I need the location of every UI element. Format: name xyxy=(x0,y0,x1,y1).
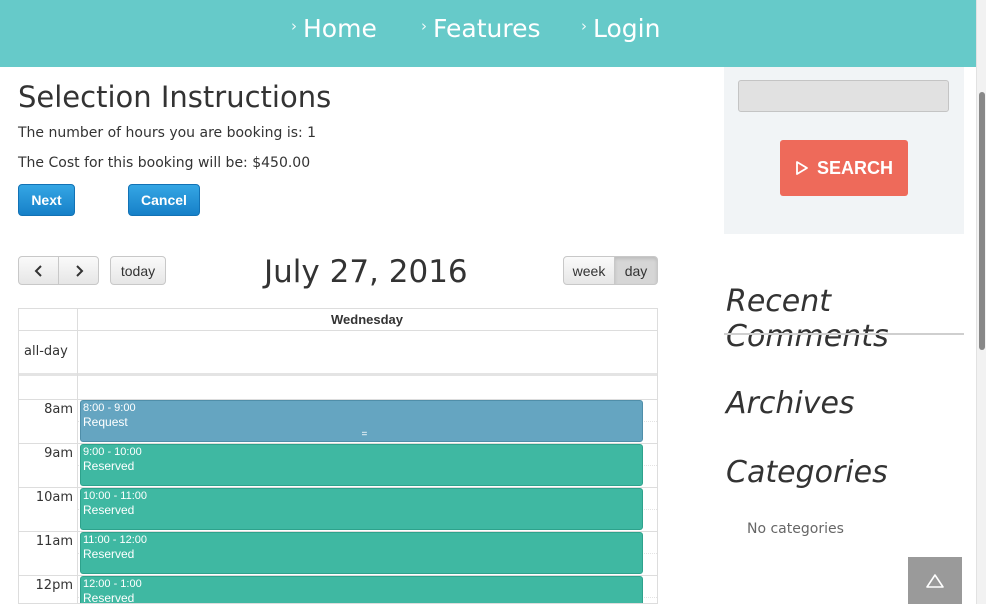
event-title: Request xyxy=(83,415,128,429)
time-label: 12pm xyxy=(35,578,73,593)
search-button[interactable]: SEARCH xyxy=(780,140,908,196)
chevron-left-icon xyxy=(34,264,42,277)
view-day-button[interactable]: day xyxy=(614,256,658,285)
event-time: 12:00 - 1:00 xyxy=(83,578,142,590)
search-label: SEARCH xyxy=(816,157,893,178)
booking-hours-text: The number of hours you are booking is: … xyxy=(18,125,317,141)
time-label: 11am xyxy=(35,534,73,549)
triangle-up-icon xyxy=(926,573,944,588)
divider xyxy=(77,309,78,603)
search-panel: SEARCH xyxy=(724,67,964,234)
divider xyxy=(19,330,657,331)
time-label: 9am xyxy=(44,446,73,461)
nav-label: Features xyxy=(433,14,541,43)
top-nav: › Home › Features › Login xyxy=(0,0,976,67)
prev-button[interactable] xyxy=(18,256,59,285)
event-time: 9:00 - 10:00 xyxy=(83,446,142,458)
recent-comments-heading: Recent Comments xyxy=(726,284,889,354)
divider xyxy=(19,373,657,376)
chevron-right-icon: › xyxy=(291,16,297,35)
event-title: Reserved xyxy=(83,547,135,561)
chevron-right-icon: › xyxy=(581,16,587,35)
cancel-button[interactable]: Cancel xyxy=(128,184,200,216)
calendar-grid: Wednesday all-day 8am 9am 10am 11am 12pm… xyxy=(18,308,658,604)
allday-label: all-day xyxy=(24,344,68,359)
event-title: Reserved xyxy=(83,591,135,604)
event-time: 10:00 - 11:00 xyxy=(83,490,148,502)
back-to-top-button[interactable] xyxy=(908,557,962,604)
divider xyxy=(724,333,964,335)
archives-heading: Archives xyxy=(726,386,855,421)
nav-item-features[interactable]: › Features xyxy=(421,14,541,43)
event-title: Reserved xyxy=(83,459,135,473)
nav-item-login[interactable]: › Login xyxy=(581,14,660,43)
next-day-button[interactable] xyxy=(58,256,99,285)
booking-cost-text: The Cost for this booking will be: $450.… xyxy=(18,155,311,171)
event-time: 11:00 - 12:00 xyxy=(83,534,148,546)
nav-label: Login xyxy=(593,14,661,43)
play-outline-icon xyxy=(796,161,808,175)
no-categories-text: No categories xyxy=(747,521,844,537)
nav-label: Home xyxy=(303,14,377,43)
day-header: Wednesday xyxy=(330,312,403,327)
calendar-event[interactable]: 8:00 - 9:00 Request = xyxy=(80,400,643,442)
calendar-title: July 27, 2016 xyxy=(264,254,468,290)
calendar-event[interactable]: 11:00 - 12:00 Reserved xyxy=(80,532,643,574)
calendar-event[interactable]: 9:00 - 10:00 Reserved xyxy=(80,444,643,486)
event-time: 8:00 - 9:00 xyxy=(83,402,136,414)
today-button[interactable]: today xyxy=(110,256,166,285)
event-title: Reserved xyxy=(83,503,135,517)
chevron-right-icon: › xyxy=(421,16,427,35)
chevron-right-icon xyxy=(75,264,83,277)
time-label: 10am xyxy=(35,490,73,505)
categories-heading: Categories xyxy=(726,455,888,490)
page-title: Selection Instructions xyxy=(18,80,332,114)
event-resizer[interactable]: = xyxy=(362,430,368,440)
nav-item-home[interactable]: › Home xyxy=(291,14,377,43)
time-label: 8am xyxy=(44,402,73,417)
search-input[interactable] xyxy=(738,80,949,112)
view-week-button[interactable]: week xyxy=(563,256,615,285)
calendar-event[interactable]: 10:00 - 11:00 Reserved xyxy=(80,488,643,530)
calendar-event[interactable]: 12:00 - 1:00 Reserved xyxy=(80,576,643,604)
next-button[interactable]: Next xyxy=(18,184,75,216)
